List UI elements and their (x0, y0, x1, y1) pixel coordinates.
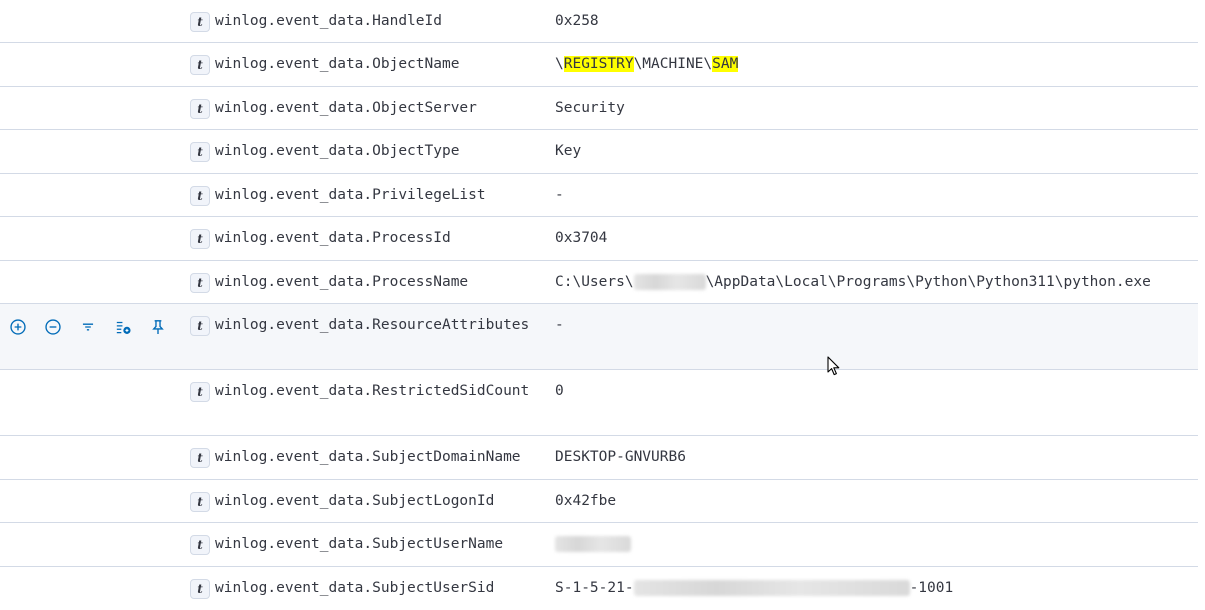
table-row: t winlog.event_data.SubjectDomainName DE… (0, 436, 1198, 480)
field-name: winlog.event_data.ObjectName (215, 56, 460, 72)
field-value: Key (555, 143, 582, 159)
table-row: t winlog.event_data.ProcessName C:\Users… (0, 261, 1198, 304)
filter-for-value-icon[interactable] (9, 318, 27, 336)
string-type-icon: t (190, 273, 210, 293)
field-value: \REGISTRY\MACHINE\SAM (555, 53, 739, 76)
pin-icon[interactable] (149, 318, 167, 336)
string-type-icon: t (190, 12, 210, 32)
search-highlight: SAM (712, 56, 739, 72)
field-name: winlog.event_data.ResourceAttributes (215, 317, 530, 333)
string-type-icon: t (190, 142, 210, 162)
value-text: \AppData\Local\Programs\Python\Python311… (705, 274, 1151, 290)
string-type-icon: t (190, 99, 210, 119)
value-text: \ (555, 56, 564, 72)
field-name: winlog.event_data.PrivilegeList (215, 187, 486, 203)
string-type-icon: t (190, 55, 210, 75)
field-value: 0x258 (555, 13, 599, 29)
field-name: winlog.event_data.SubjectUserSid (215, 580, 495, 596)
field-value (555, 533, 631, 556)
value-text: S-1-5-21- (555, 580, 634, 596)
table-row: t winlog.event_data.ResourceAttributes - (0, 304, 1198, 370)
table-row: t winlog.event_data.SubjectUserSid S-1-5… (0, 567, 1198, 610)
string-type-icon: t (190, 186, 210, 206)
search-highlight: REGISTRY (563, 56, 634, 72)
field-value: Security (555, 100, 625, 116)
redacted-username (555, 536, 631, 552)
field-name: winlog.event_data.ProcessId (215, 230, 451, 246)
field-name: winlog.event_data.ObjectServer (215, 100, 477, 116)
toggle-column-icon[interactable] (114, 318, 132, 336)
field-value: S-1-5-21- -1001 (555, 577, 953, 600)
field-name: winlog.event_data.HandleId (215, 13, 442, 29)
string-type-icon: t (190, 492, 210, 512)
table-row: t winlog.event_data.PrivilegeList - (0, 174, 1198, 217)
value-text: \MACHINE\ (633, 56, 713, 72)
filter-field-icon[interactable] (79, 318, 97, 336)
value-text: C:\Users\ (555, 274, 634, 290)
field-name: winlog.event_data.SubjectDomainName (215, 449, 521, 465)
table-row: t winlog.event_data.RestrictedSidCount 0 (0, 370, 1198, 436)
field-name: winlog.event_data.ProcessName (215, 274, 469, 290)
filter-out-value-icon[interactable] (44, 318, 62, 336)
table-row: t winlog.event_data.HandleId 0x258 (0, 0, 1198, 43)
redacted-sid (633, 580, 910, 596)
field-value: C:\Users\ \AppData\Local\Programs\Python\… (555, 271, 1151, 294)
string-type-icon: t (190, 448, 210, 468)
field-value: - (555, 317, 564, 333)
table-row: t winlog.event_data.ObjectName \REGISTRY… (0, 43, 1198, 87)
table-row: t winlog.event_data.ProcessId 0x3704 (0, 217, 1198, 261)
redacted-username (633, 274, 706, 290)
table-row: t winlog.event_data.ObjectServer Securit… (0, 87, 1198, 130)
table-row: t winlog.event_data.ObjectType Key (0, 130, 1198, 174)
table-row: t winlog.event_data.SubjectLogonId 0x42f… (0, 480, 1198, 523)
string-type-icon: t (190, 382, 210, 402)
string-type-icon: t (190, 316, 210, 336)
value-text: -1001 (909, 580, 954, 596)
row-actions (9, 318, 174, 336)
field-name: winlog.event_data.SubjectLogonId (215, 493, 495, 509)
field-value: 0 (555, 383, 564, 399)
string-type-icon: t (190, 535, 210, 555)
mouse-pointer-icon (827, 356, 840, 376)
field-value: 0x3704 (555, 230, 608, 246)
field-value: 0x42fbe (555, 493, 617, 509)
field-value: DESKTOP-GNVURB6 (555, 449, 686, 465)
field-value: - (555, 187, 564, 203)
field-name: winlog.event_data.SubjectUserName (215, 536, 504, 552)
string-type-icon: t (190, 229, 210, 249)
field-name: winlog.event_data.RestrictedSidCount (215, 383, 530, 399)
table-row: t winlog.event_data.SubjectUserName (0, 523, 1198, 567)
field-name: winlog.event_data.ObjectType (215, 143, 460, 159)
string-type-icon: t (190, 579, 210, 599)
